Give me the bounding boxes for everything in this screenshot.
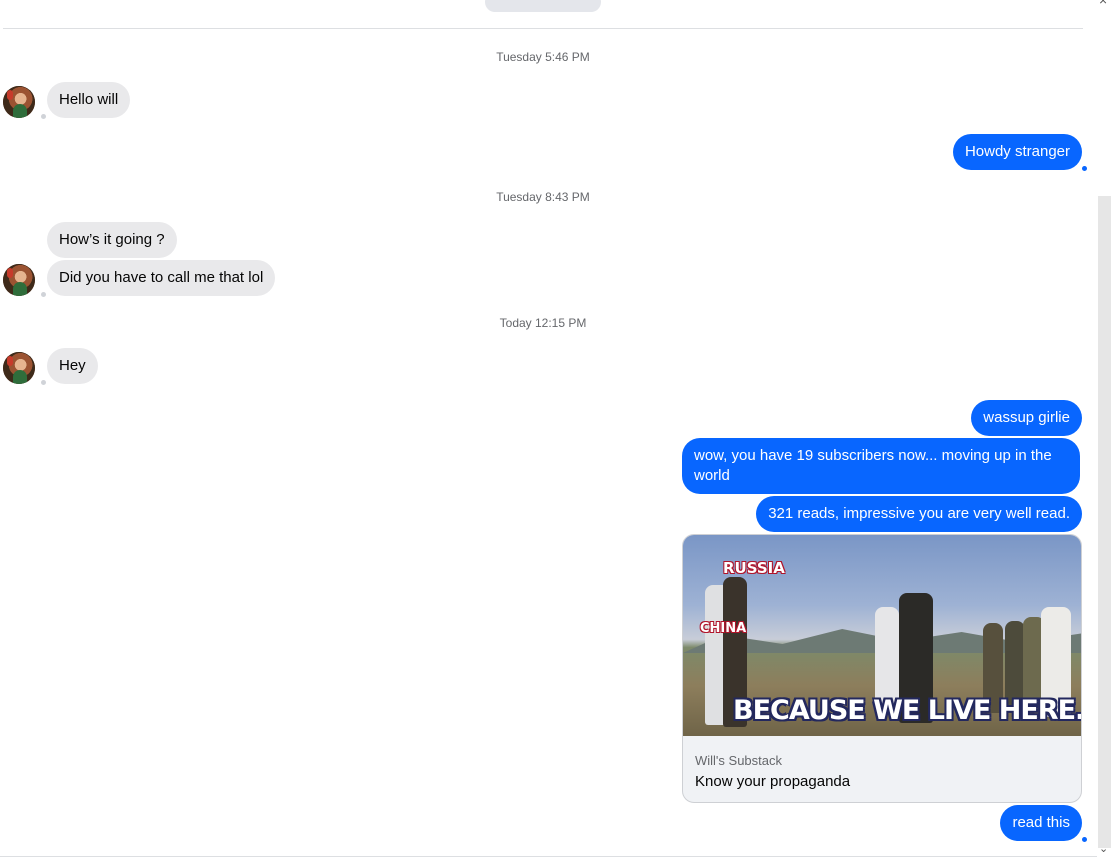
contact-avatar[interactable]	[3, 86, 35, 118]
link-preview-image: RUSSIA CHINA BECAUSE WE LIVE HERE.	[683, 535, 1081, 736]
link-preview-title: Know your propaganda	[695, 773, 851, 790]
read-receipt-dot	[41, 380, 46, 385]
meme-label-china: CHINA	[700, 621, 747, 636]
message-bubble-outgoing[interactable]: wow, you have 19 subscribers now... movi…	[682, 438, 1080, 494]
composer-divider	[0, 856, 1097, 857]
message-bubble-incoming[interactable]: How’s it going ?	[47, 222, 177, 258]
message-bubble-incoming[interactable]: Hey	[47, 348, 98, 384]
read-receipt-dot	[41, 114, 46, 119]
timestamp: Today 12:15 PM	[499, 316, 587, 330]
scrollbar-track[interactable]	[1098, 196, 1111, 848]
read-receipt-dot	[1082, 166, 1087, 171]
message-bubble-incoming[interactable]: Hello will	[47, 82, 131, 118]
header-divider	[3, 28, 1083, 29]
link-preview-card[interactable]: RUSSIA CHINA BECAUSE WE LIVE HERE. Will'…	[682, 534, 1082, 803]
timestamp: Tuesday 8:43 PM	[496, 190, 590, 204]
close-icon[interactable]: ×	[1099, 0, 1107, 8]
chat-thread: × Tuesday 5:46 PM Hello will Howdy stran…	[0, 0, 1111, 862]
contact-avatar[interactable]	[3, 264, 35, 296]
contact-avatar[interactable]	[3, 352, 35, 384]
message-bubble-outgoing[interactable]: read this	[1000, 805, 1082, 841]
message-bubble-outgoing[interactable]: Howdy stranger	[952, 134, 1082, 170]
read-receipt-dot	[41, 292, 46, 297]
link-preview-source: Will's Substack	[695, 753, 783, 768]
message-bubble-outgoing[interactable]: wassup girlie	[971, 400, 1082, 436]
meme-label-russia: RUSSIA	[723, 559, 785, 577]
message-bubble-incoming[interactable]: Did you have to call me that lol	[47, 260, 276, 296]
scroll-down-icon[interactable]: ⌄	[1099, 842, 1108, 855]
message-bubble-outgoing[interactable]: 321 reads, impressive you are very well …	[756, 496, 1082, 532]
read-receipt-dot	[1082, 837, 1087, 842]
meme-caption: BECAUSE WE LIVE HERE.	[733, 695, 1081, 726]
previous-message-pill	[485, 0, 601, 12]
timestamp: Tuesday 5:46 PM	[496, 50, 590, 64]
